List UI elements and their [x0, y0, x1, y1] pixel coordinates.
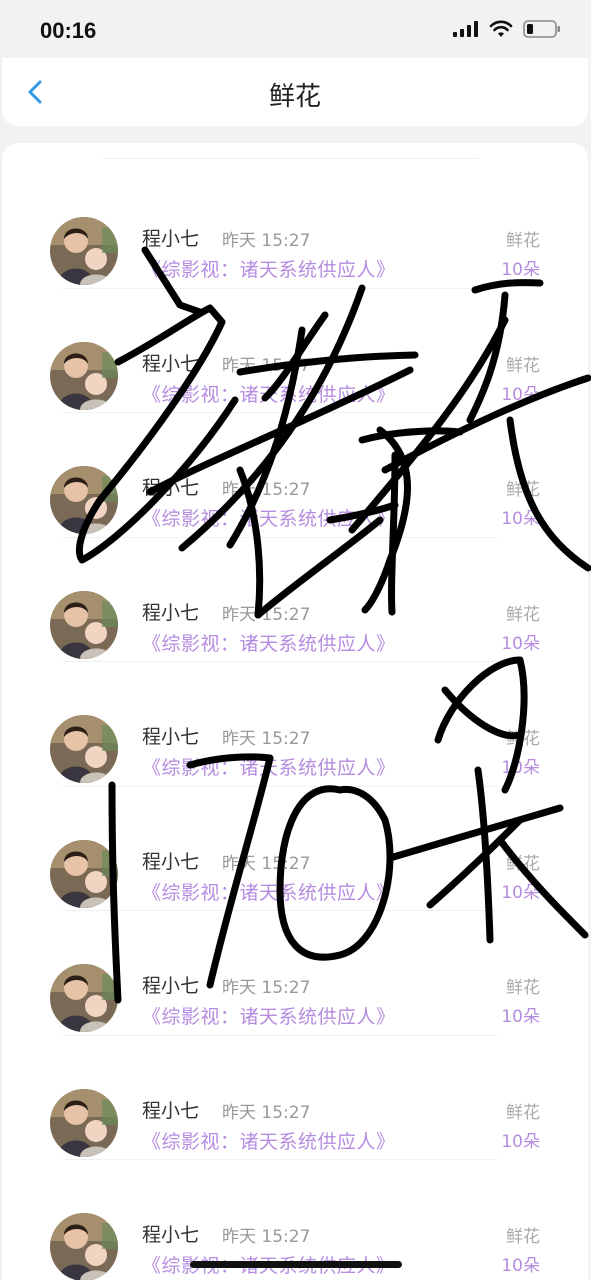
- gift-time: 昨天 15:27: [222, 1102, 311, 1123]
- sender-name: 程小七: [142, 601, 200, 624]
- gift-count: 10朵: [501, 509, 540, 529]
- sender-name: 程小七: [142, 228, 200, 250]
- gift-count: 10朵: [501, 1131, 540, 1152]
- avatar[interactable]: [50, 466, 118, 534]
- list-item[interactable]: 程小七 昨天 15:27 《综影视：诸天系统供应人》 鲜花 10朵: [2, 536, 588, 661]
- avatar[interactable]: [50, 715, 118, 783]
- gift-type: 鲜花: [506, 480, 540, 500]
- gift-count: 10朵: [501, 1007, 540, 1027]
- wifi-icon: [489, 20, 513, 37]
- avatar[interactable]: [50, 1213, 118, 1280]
- list-item[interactable]: 程小七 昨天 15:27 《综影视：诸天系统供应人》 鲜花 10朵: [2, 1034, 588, 1159]
- divider: [62, 910, 498, 911]
- flower-record-list: 程小七 昨天 15:27 《综影视：诸天系统供应人》 鲜花 10朵 程小七 昨天…: [2, 143, 588, 1280]
- status-icons: [453, 20, 561, 38]
- book-title-link[interactable]: 《综影视：诸天系统供应人》: [142, 255, 396, 282]
- gift-type: 鲜花: [506, 1102, 540, 1123]
- gift-time: 昨天 15:27: [222, 978, 311, 998]
- avatar[interactable]: [50, 1088, 118, 1157]
- gift-count: 10朵: [501, 882, 540, 903]
- home-indicator: [190, 1261, 402, 1268]
- sender-name: 程小七: [142, 477, 200, 499]
- status-time: 00:16: [40, 18, 97, 43]
- book-title-link[interactable]: 《综影视：诸天系统供应人》: [142, 1002, 396, 1029]
- gift-count: 10朵: [501, 384, 540, 405]
- gift-time: 昨天 15:27: [222, 853, 311, 874]
- gift-type: 鲜花: [506, 355, 540, 376]
- sender-name: 程小七: [142, 1224, 200, 1246]
- list-item[interactable]: 程小七 昨天 15:27 《综影视：诸天系统供应人》 鲜花 10朵: [2, 287, 588, 412]
- sender-name: 程小七: [142, 352, 200, 375]
- gift-type: 鲜花: [506, 1227, 540, 1247]
- list-item[interactable]: 程小七 昨天 15:27 《综影视：诸天系统供应人》 鲜花 10朵: [2, 412, 588, 536]
- divider: [62, 412, 498, 413]
- avatar[interactable]: [50, 341, 118, 410]
- book-title-link[interactable]: 《综影视：诸天系统供应人》: [142, 504, 396, 531]
- gift-type: 鲜花: [506, 978, 540, 998]
- divider: [62, 287, 498, 289]
- sender-name: 程小七: [142, 975, 200, 997]
- gift-time: 昨天 15:27: [222, 355, 311, 376]
- gift-type: 鲜花: [506, 604, 540, 625]
- gift-type: 鲜花: [506, 231, 540, 251]
- gift-type: 鲜花: [506, 853, 540, 874]
- list-item[interactable]: 程小七 昨天 15:27 《综影视：诸天系统供应人》 鲜花 10朵: [2, 163, 588, 287]
- gift-count: 10朵: [501, 260, 540, 280]
- divider: [62, 536, 498, 538]
- cellular-signal-icon: [453, 21, 478, 37]
- divider: [62, 1034, 498, 1036]
- list-item[interactable]: 程小七 昨天 15:27 《综影视：诸天系统供应人》 鲜花 10朵: [2, 910, 588, 1034]
- divider: [102, 158, 478, 159]
- list-item[interactable]: 程小七 昨天 15:27 《综影视：诸天系统供应人》 鲜花 10朵: [2, 785, 588, 910]
- sender-name: 程小七: [142, 850, 200, 873]
- gift-time: 昨天 15:27: [222, 729, 311, 749]
- gift-time: 昨天 15:27: [222, 480, 311, 500]
- gift-type: 鲜花: [506, 729, 540, 749]
- nav-bar: 鲜花: [2, 58, 588, 126]
- gift-count: 10朵: [501, 758, 540, 778]
- avatar[interactable]: [50, 590, 118, 659]
- list-item[interactable]: 程小七 昨天 15:27 《综影视：诸天系统供应人》 鲜花 10朵: [2, 661, 588, 785]
- divider: [62, 661, 498, 662]
- gift-time: 昨天 15:27: [222, 231, 311, 251]
- book-title-link[interactable]: 《综影视：诸天系统供应人》: [142, 380, 396, 407]
- page-title: 鲜花: [268, 82, 321, 112]
- sender-name: 程小七: [142, 1099, 200, 1122]
- status-bar: 00:16: [0, 0, 591, 58]
- sender-name: 程小七: [142, 726, 200, 748]
- avatar[interactable]: [50, 964, 118, 1032]
- book-title-link[interactable]: 《综影视：诸天系统供应人》: [142, 878, 396, 905]
- avatar[interactable]: [50, 839, 118, 908]
- book-title-link[interactable]: 《综影视：诸天系统供应人》: [142, 753, 396, 780]
- battery-icon: [523, 20, 560, 38]
- book-title-link[interactable]: 《综影视：诸天系统供应人》: [142, 1127, 396, 1154]
- divider: [62, 1159, 498, 1160]
- gift-count: 10朵: [501, 633, 540, 654]
- divider: [62, 785, 498, 787]
- gift-count: 10朵: [501, 1256, 540, 1276]
- avatar[interactable]: [50, 217, 118, 285]
- gift-time: 昨天 15:27: [222, 1227, 311, 1247]
- book-title-link[interactable]: 《综影视：诸天系统供应人》: [142, 629, 396, 656]
- gift-time: 昨天 15:27: [222, 604, 311, 625]
